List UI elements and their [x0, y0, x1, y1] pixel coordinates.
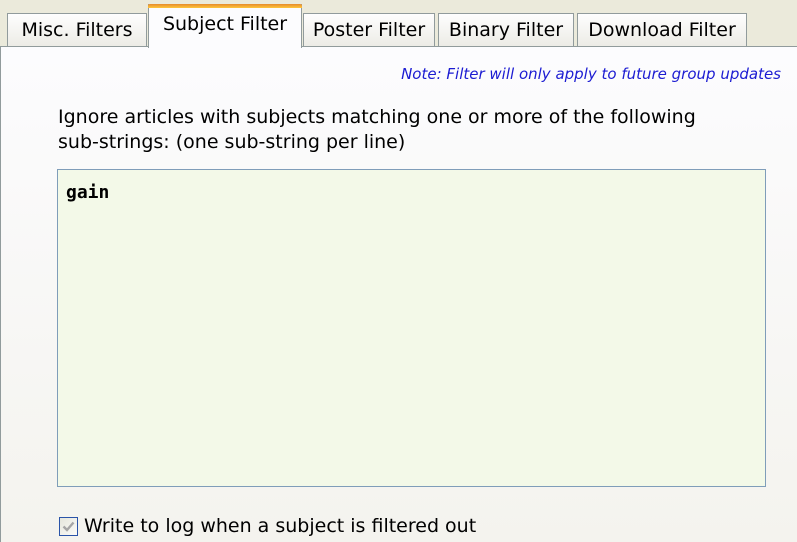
- tab-binary-filter[interactable]: Binary Filter: [438, 13, 574, 47]
- tab-download-filter[interactable]: Download Filter: [577, 13, 747, 47]
- subject-substrings-textarea[interactable]: gain: [57, 169, 766, 487]
- tab-subject-filter[interactable]: Subject Filter: [148, 4, 302, 48]
- tab-poster-filter[interactable]: Poster Filter: [303, 13, 435, 47]
- filter-note: Note: Filter will only apply to future g…: [401, 65, 781, 83]
- description-line-1: Ignore articles with subjects matching o…: [58, 106, 696, 128]
- description-line-2: sub-strings: (one sub-string per line): [58, 131, 406, 153]
- checkmark-icon: [62, 521, 75, 532]
- subject-filter-panel: Note: Filter will only apply to future g…: [0, 46, 797, 542]
- filter-description: Ignore articles with subjects matching o…: [58, 105, 758, 155]
- write-to-log-option[interactable]: Write to log when a subject is filtered …: [59, 514, 476, 538]
- write-to-log-label: Write to log when a subject is filtered …: [84, 515, 477, 537]
- tab-misc-filters[interactable]: Misc. Filters: [7, 13, 147, 47]
- write-to-log-checkbox[interactable]: [59, 516, 78, 536]
- tab-strip: Misc. Filters Subject Filter Poster Filt…: [0, 0, 797, 48]
